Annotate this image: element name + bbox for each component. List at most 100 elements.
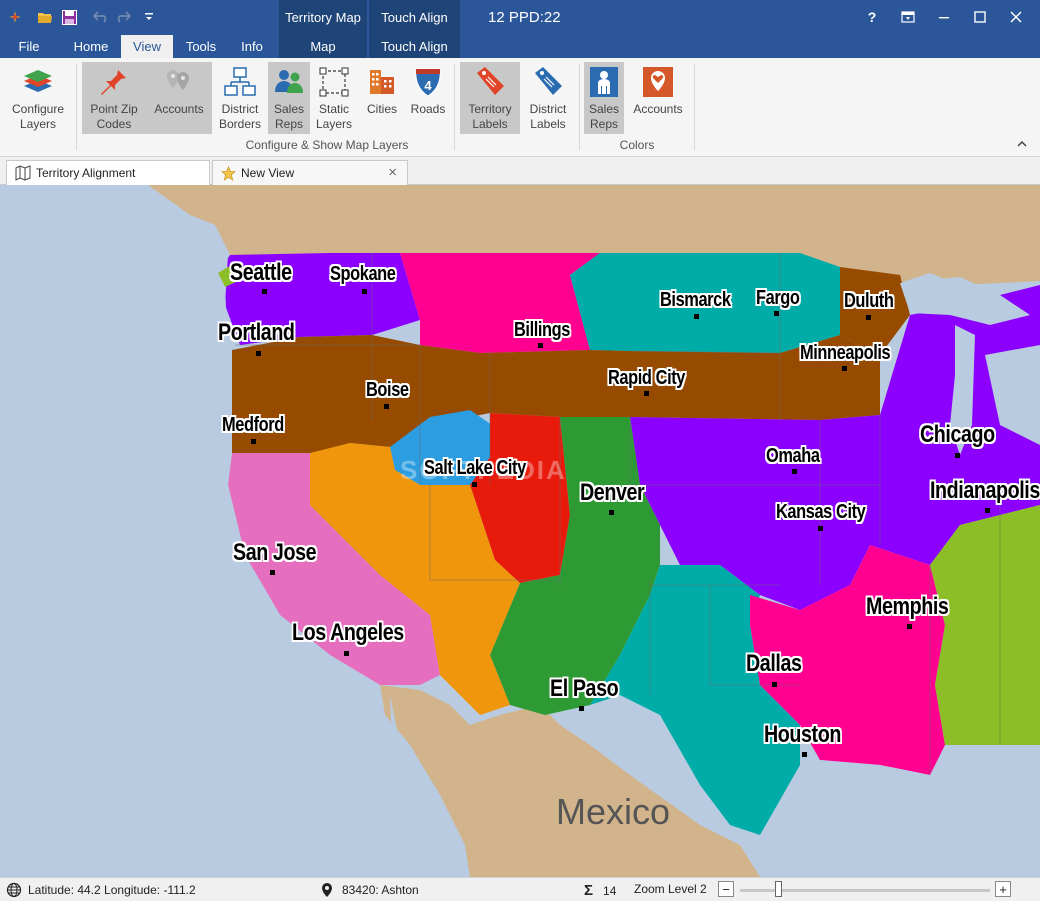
city-label-el-paso[interactable]: El Paso bbox=[550, 675, 619, 703]
city-label-kansas-city[interactable]: Kansas City bbox=[776, 501, 866, 524]
city-label-fargo[interactable]: Fargo bbox=[756, 287, 800, 310]
city-label-houston[interactable]: Houston bbox=[764, 721, 841, 749]
zoom-slider-thumb[interactable] bbox=[774, 881, 782, 897]
city-label-seattle[interactable]: Seattle bbox=[230, 259, 292, 287]
tab-map[interactable]: Map bbox=[279, 35, 367, 58]
ribbon-display-options-button[interactable] bbox=[896, 6, 920, 28]
city-marker bbox=[955, 453, 960, 458]
city-label-rapid-city[interactable]: Rapid City bbox=[608, 367, 685, 390]
city-label-minneapolis[interactable]: Minneapolis bbox=[800, 342, 891, 365]
configure-layers-button[interactable]: Configure Layers bbox=[6, 62, 70, 134]
interstate-shield-icon: 4 bbox=[415, 68, 441, 97]
city-label-indianapolis[interactable]: Indianapolis bbox=[930, 477, 1040, 505]
zip-readout: 83420: Ashton bbox=[320, 882, 419, 898]
help-button[interactable]: ? bbox=[860, 6, 884, 28]
close-window-button[interactable] bbox=[1004, 6, 1028, 28]
ribbon-tab-row: File Home View Tools Info Map Touch Alig… bbox=[0, 35, 1040, 58]
district-borders-button[interactable]: District Borders bbox=[214, 62, 266, 134]
city-label-denver[interactable]: Denver bbox=[580, 479, 645, 507]
city-label-omaha[interactable]: Omaha bbox=[766, 445, 820, 468]
people-icon bbox=[275, 70, 303, 93]
district-labels-button[interactable]: District Labels bbox=[522, 62, 574, 134]
city-label-dallas[interactable]: Dallas bbox=[746, 650, 802, 678]
city-marker bbox=[256, 351, 261, 356]
district-borders-label: District Borders bbox=[218, 102, 262, 131]
city-label-san-jose[interactable]: San Jose bbox=[233, 539, 317, 567]
lat-lon-text: Latitude: 44.2 Longitude: -111.2 bbox=[28, 883, 196, 897]
minimize-button[interactable] bbox=[932, 6, 956, 28]
customize-qat-icon[interactable] bbox=[140, 8, 158, 26]
redo-icon[interactable] bbox=[114, 8, 132, 26]
city-label-los-angeles[interactable]: Los Angeles bbox=[292, 619, 404, 647]
roads-button[interactable]: 4 Roads bbox=[406, 62, 450, 134]
sigma-count: 14 bbox=[603, 883, 617, 898]
city-label-medford[interactable]: Medford bbox=[222, 414, 284, 437]
save-icon[interactable] bbox=[60, 8, 78, 26]
city-marker bbox=[384, 404, 389, 409]
point-zip-codes-label: Point Zip Codes bbox=[90, 102, 138, 131]
city-label-duluth[interactable]: Duluth bbox=[844, 290, 894, 313]
city-marker bbox=[344, 651, 349, 656]
collapse-ribbon-icon[interactable] bbox=[1016, 138, 1028, 150]
city-label-spokane[interactable]: Spokane bbox=[330, 263, 396, 286]
tab-file[interactable]: File bbox=[8, 35, 50, 58]
pushpin-icon bbox=[101, 68, 126, 95]
org-chart-icon bbox=[224, 67, 256, 96]
undo-icon[interactable] bbox=[92, 8, 110, 26]
title-bar: Territory Map Touch Align 12 PPD:22 ? bbox=[0, 0, 1040, 35]
city-marker bbox=[694, 314, 699, 319]
location-pin-icon bbox=[322, 883, 332, 897]
city-label-chicago[interactable]: Chicago bbox=[920, 421, 995, 449]
tab-home[interactable]: Home bbox=[66, 35, 116, 58]
layers-icon bbox=[24, 70, 52, 92]
city-marker bbox=[270, 570, 275, 575]
tab-tools[interactable]: Tools bbox=[178, 35, 224, 58]
city-label-portland[interactable]: Portland bbox=[218, 319, 295, 347]
cities-button[interactable]: Cities bbox=[360, 62, 404, 134]
tab-view[interactable]: View bbox=[121, 35, 173, 58]
city-marker bbox=[907, 624, 912, 629]
colors-accounts-button[interactable]: Accounts bbox=[626, 62, 690, 134]
status-bar: Latitude: 44.2 Longitude: -111.2 83420: … bbox=[0, 877, 1040, 901]
sales-reps-layer-label: Sales Reps bbox=[273, 102, 305, 131]
static-layers-button[interactable]: Static Layers bbox=[310, 62, 358, 134]
tab-territory-alignment[interactable]: Territory Alignment bbox=[6, 160, 210, 185]
person-icon bbox=[590, 67, 618, 97]
territory-map[interactable]: SOFTPEDIA Mexico Seattle Spokane Portlan… bbox=[0, 185, 1040, 877]
city-label-bismarck[interactable]: Bismarck bbox=[660, 289, 731, 312]
open-folder-icon[interactable] bbox=[36, 8, 54, 26]
sales-reps-layer-button[interactable]: Sales Reps bbox=[268, 62, 310, 134]
city-marker bbox=[866, 315, 871, 320]
group-colors-label: Colors bbox=[619, 138, 655, 152]
tab-new-view[interactable]: New View × bbox=[212, 160, 408, 185]
city-label-salt-lake-city[interactable]: Salt Lake City bbox=[424, 457, 526, 480]
zoom-level-text: Zoom Level 2 bbox=[634, 882, 707, 896]
tab-info[interactable]: Info bbox=[230, 35, 274, 58]
territory-labels-button[interactable]: Territory Labels bbox=[460, 62, 520, 134]
colors-sales-reps-button[interactable]: Sales Reps bbox=[584, 62, 624, 134]
tab-territory-alignment-label: Territory Alignment bbox=[36, 166, 136, 180]
static-layers-label: Static Layers bbox=[315, 102, 353, 131]
accounts-layer-label: Accounts bbox=[154, 102, 204, 116]
close-tab-icon[interactable]: × bbox=[388, 164, 397, 181]
city-marker bbox=[362, 289, 367, 294]
city-marker bbox=[802, 752, 807, 757]
sigma-icon: Σ bbox=[584, 882, 594, 899]
map-folded-icon bbox=[15, 165, 31, 181]
tag-icon bbox=[477, 67, 504, 95]
zoom-out-button[interactable]: − bbox=[718, 881, 734, 897]
colors-accounts-label: Accounts bbox=[633, 102, 683, 116]
app-logo-icon[interactable] bbox=[6, 8, 24, 26]
city-label-memphis[interactable]: Memphis bbox=[866, 593, 949, 621]
map-canvas[interactable] bbox=[0, 185, 1040, 877]
point-zip-codes-button[interactable]: Point Zip Codes bbox=[82, 62, 146, 134]
zoom-in-button[interactable]: + bbox=[995, 881, 1011, 897]
city-marker bbox=[985, 508, 990, 513]
window-title: 12 PPD:22 bbox=[488, 9, 561, 26]
maximize-button[interactable] bbox=[968, 6, 992, 28]
city-label-boise[interactable]: Boise bbox=[366, 379, 409, 402]
tab-touch-align[interactable]: Touch Align bbox=[369, 35, 460, 58]
city-label-billings[interactable]: Billings bbox=[514, 319, 570, 342]
colors-sales-reps-label: Sales Reps bbox=[588, 102, 620, 131]
accounts-layer-button[interactable]: Accounts bbox=[146, 62, 212, 134]
